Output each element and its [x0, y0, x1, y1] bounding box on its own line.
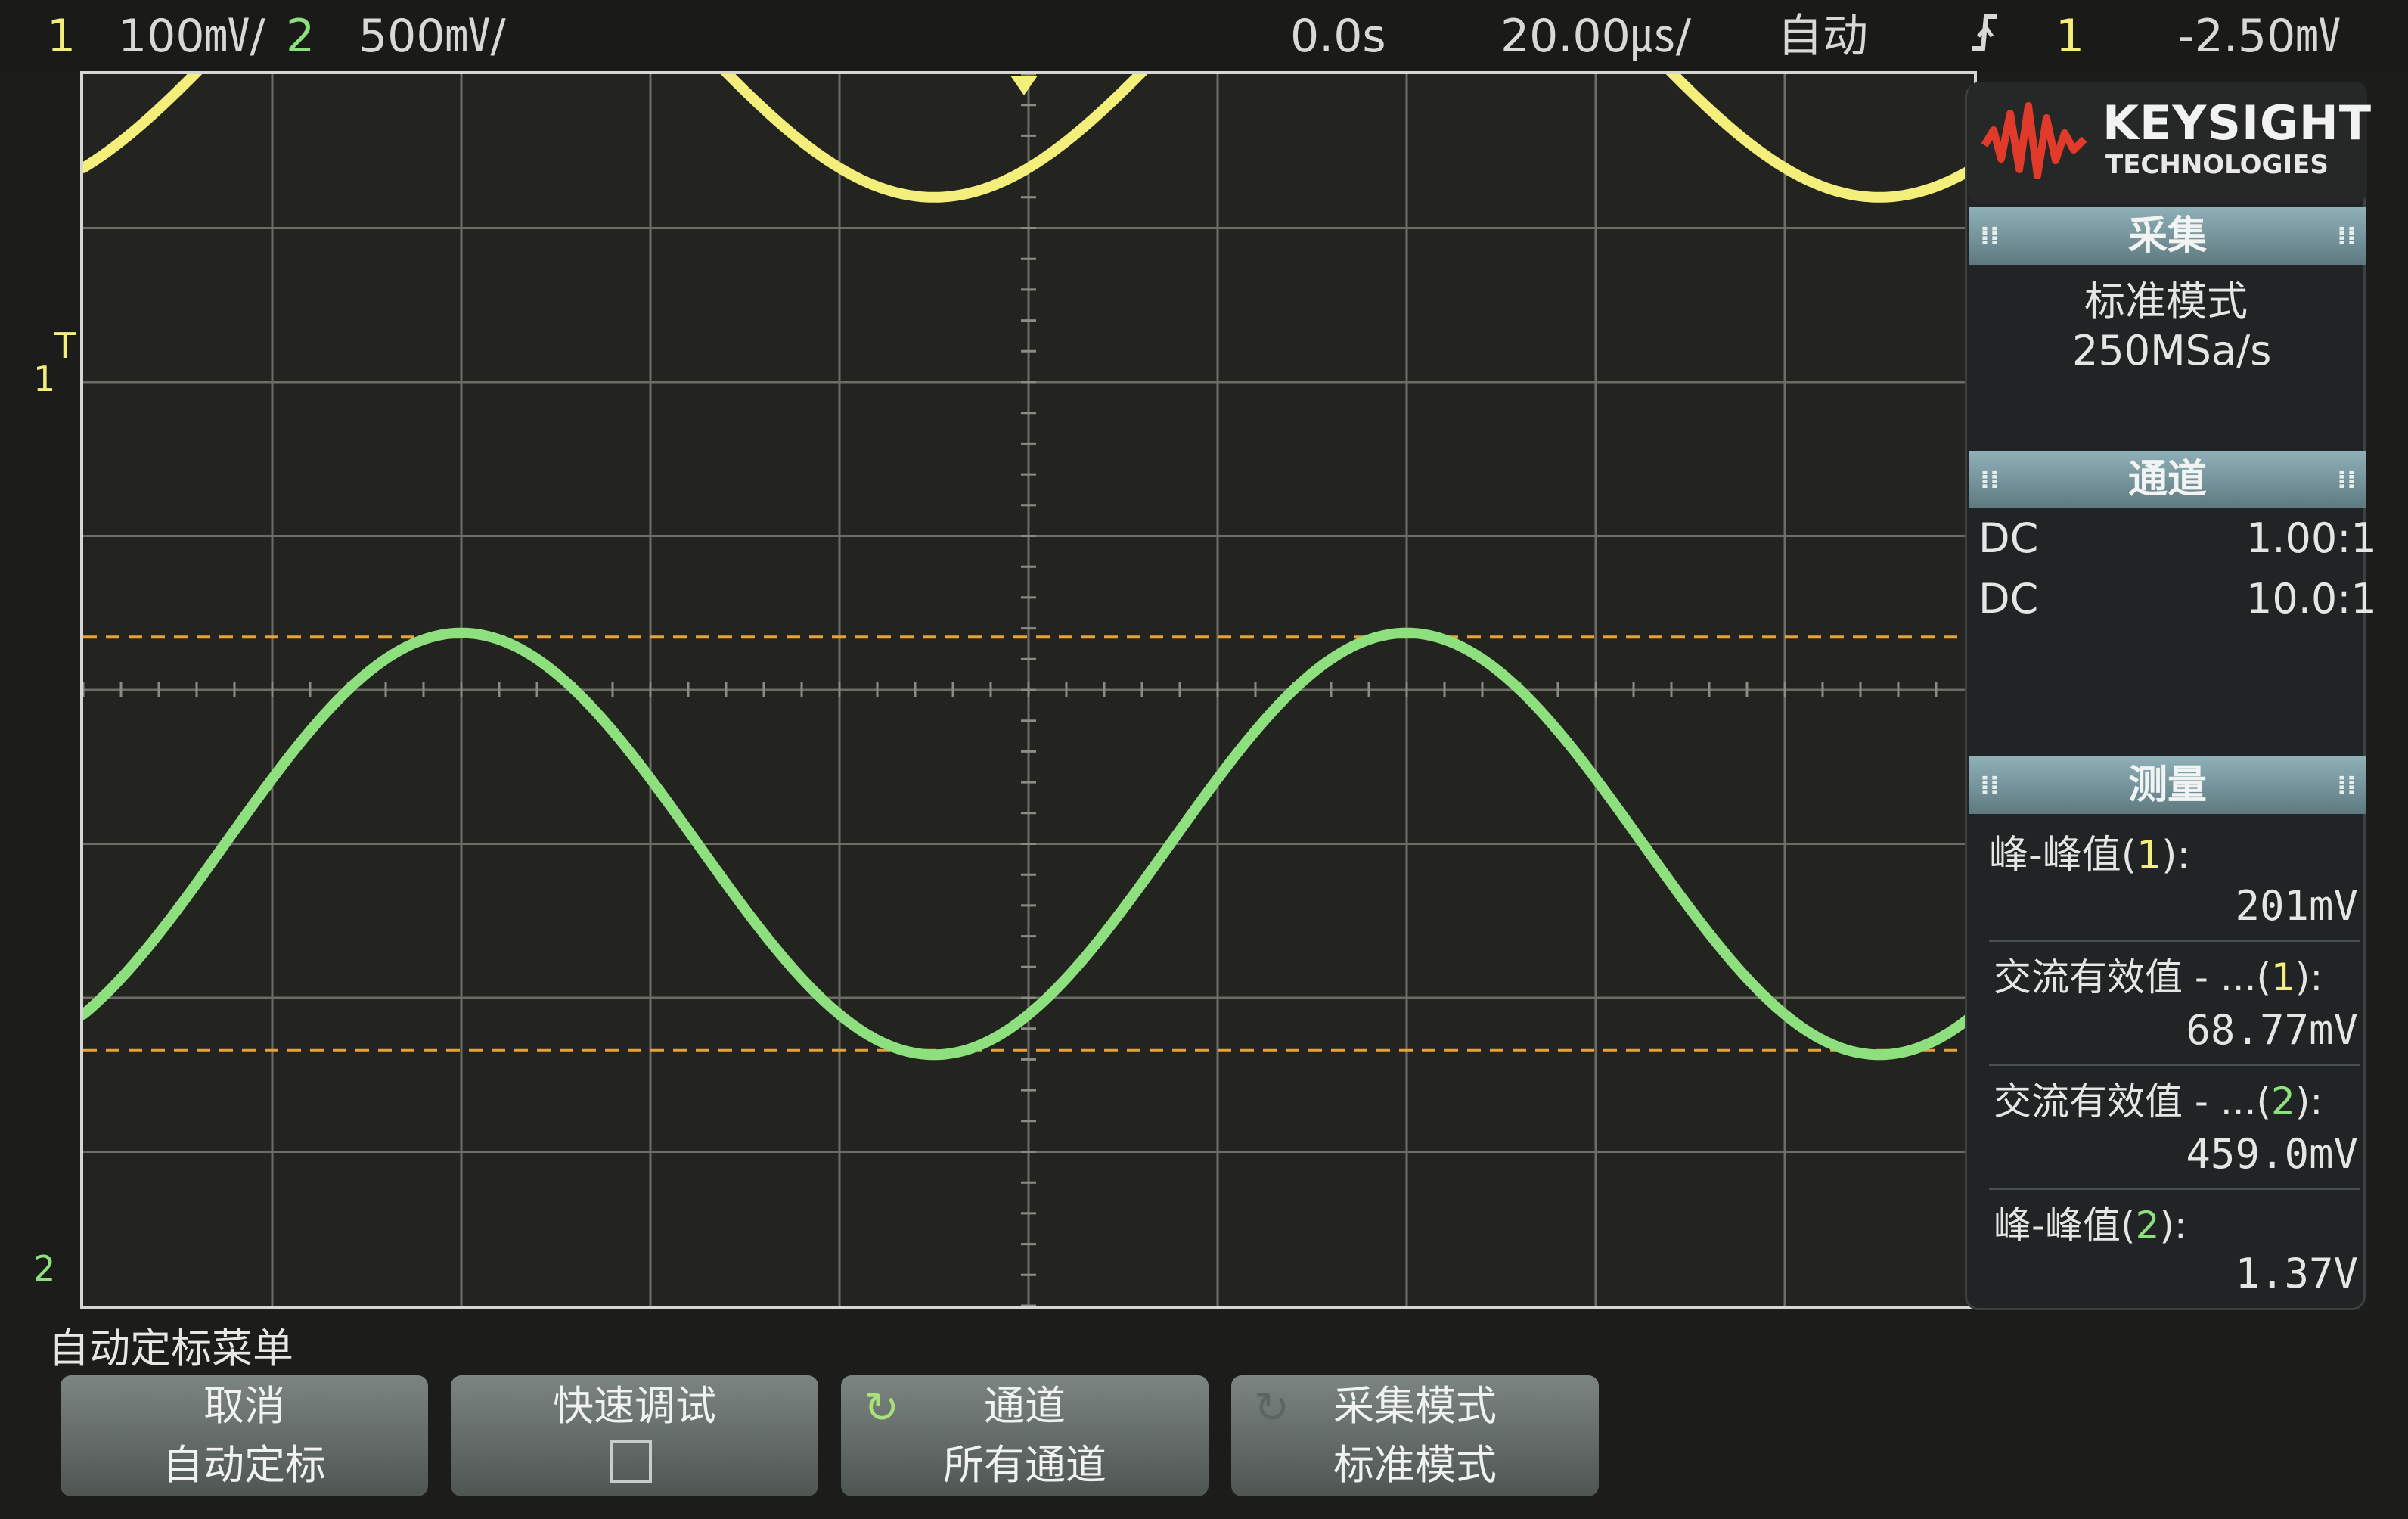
- grip-icon: ⁞⁞: [2337, 464, 2357, 495]
- waveform-display[interactable]: [80, 71, 1977, 1309]
- measure-label: 峰-峰值(2):: [1994, 1204, 2187, 1247]
- trigger-position-marker[interactable]: [1010, 76, 1038, 95]
- edge-rising-icon: [1969, 6, 2000, 74]
- divider: [1989, 940, 2360, 942]
- grip-icon: ⁞⁞: [2337, 221, 2357, 251]
- measure-value: 459.0mV: [2186, 1130, 2358, 1178]
- cancel-autoscale-button[interactable]: 取消 自动定标: [61, 1375, 428, 1496]
- channels-button[interactable]: ↻ 通道 所有通道: [841, 1375, 1209, 1496]
- fast-debug-checkbox[interactable]: [610, 1440, 652, 1483]
- brand-sub: TECHNOLOGIES: [2105, 150, 2329, 180]
- menu-title: 自动定标菜单: [48, 1325, 293, 1372]
- acquire-mode: 标准模式: [2084, 278, 2248, 325]
- ch1-coupling: DC: [1978, 514, 2039, 562]
- ch1-probe: 1.00:1: [2246, 514, 2377, 562]
- grip-icon: ⁞⁞: [2337, 770, 2357, 800]
- acquire-header[interactable]: ⁞⁞ 采集 ⁞⁞: [1969, 207, 2366, 265]
- ch2-ground-marker[interactable]: 2: [33, 1248, 55, 1289]
- trigger-mode[interactable]: 自动: [1777, 6, 1868, 67]
- measure-value: 201mV: [2235, 882, 2358, 930]
- grip-icon: ⁞⁞: [1980, 464, 2000, 495]
- ch2-coupling: DC: [1978, 575, 2039, 623]
- ch2-probe: 10.0:1: [2246, 575, 2377, 623]
- measure-value: 1.37V: [2235, 1250, 2358, 1297]
- grip-icon: ⁞⁞: [1980, 770, 2000, 800]
- sample-rate: 250MSa/s: [2072, 327, 2272, 374]
- channels-header[interactable]: ⁞⁞ 通道 ⁞⁞: [1969, 451, 2366, 508]
- divider: [1989, 1064, 2360, 1066]
- keysight-logo-icon: [1981, 102, 2087, 179]
- ch1-ground-marker[interactable]: 1: [33, 359, 55, 399]
- ch1-scale[interactable]: 100㎷/: [118, 6, 265, 67]
- measure-label: 交流有效值 - ...(1):: [1994, 955, 2323, 999]
- acquire-mode-button[interactable]: ↻ 采集模式 标准模式: [1231, 1375, 1599, 1496]
- time-offset[interactable]: 0.0s: [1290, 6, 1386, 67]
- fast-debug-button[interactable]: 快速调试: [451, 1375, 818, 1496]
- status-bar: 1 100㎷/ 2 500㎷/ 0.0s 20.00㎲/ 自动 1 -2.50㎷: [0, 0, 2408, 73]
- divider: [1989, 1188, 2360, 1190]
- ch1-number: 1: [47, 10, 76, 63]
- ch1-trigger-marker: T: [54, 325, 76, 366]
- measure-value: 68.77mV: [2186, 1006, 2358, 1054]
- trigger-source: 1: [2056, 10, 2085, 63]
- measure-header[interactable]: ⁞⁞ 测量 ⁞⁞: [1969, 756, 2366, 814]
- grip-icon: ⁞⁞: [1980, 221, 2000, 251]
- ch2-number: 2: [286, 10, 315, 63]
- waveform-graticule: [83, 74, 1974, 1306]
- ch2-scale[interactable]: 500㎷/: [358, 6, 506, 67]
- measure-label: 峰-峰值(1):: [1989, 833, 2190, 878]
- logo-area: KEYSIGHT TECHNOLOGIES: [1968, 82, 2371, 203]
- time-scale[interactable]: 20.00㎲/: [1500, 6, 1691, 67]
- brand-name: KEYSIGHT: [2102, 95, 2372, 151]
- trigger-level[interactable]: -2.50㎷: [2178, 6, 2341, 67]
- measure-label: 交流有效值 - ...(2):: [1994, 1079, 2323, 1123]
